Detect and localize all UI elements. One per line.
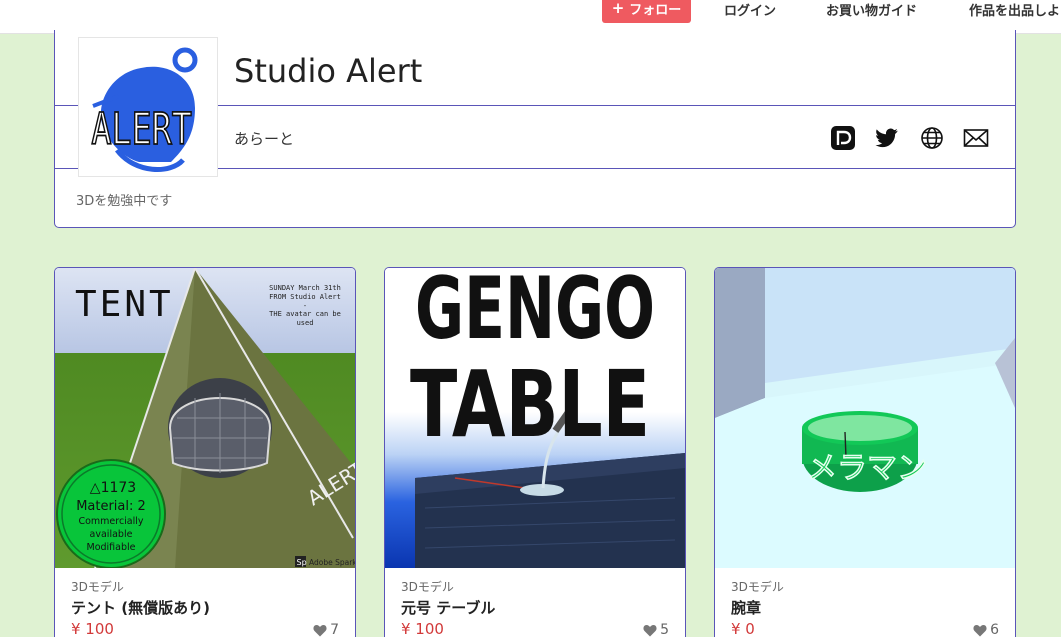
note-line: - [303, 302, 307, 310]
start-selling-link[interactable]: 作品を出品しよ [969, 0, 1060, 19]
product-thumbnail[interactable]: GENGO TABLE [385, 268, 685, 568]
like-number: 5 [660, 622, 669, 637]
like-count[interactable]: 5 [643, 622, 669, 637]
like-count[interactable]: 6 [973, 622, 999, 637]
shopping-guide-link[interactable]: お買い物ガイド [826, 0, 917, 19]
heart-icon [973, 624, 987, 636]
shop-avatar[interactable]: ALERT [78, 37, 218, 177]
like-number: 7 [330, 622, 339, 637]
shop-name: Studio Alert [234, 52, 423, 90]
heart-icon [643, 624, 657, 636]
gengo-line1: GENGO [415, 268, 655, 359]
follow-label: フォロー [629, 3, 682, 18]
watermark-logo: Sp [297, 558, 307, 567]
product-thumbnail[interactable]: TENT SUNDAY March 31th FROM Studio Alert… [55, 268, 355, 568]
note-line: used [297, 319, 314, 327]
product-category: 3Dモデル [401, 580, 454, 594]
badge-line: available [90, 529, 133, 540]
badge-line: Material: 2 [76, 499, 146, 514]
shop-handle: あらーと [234, 130, 295, 148]
twitter-icon[interactable] [874, 125, 900, 151]
badge-line: △1173 [90, 480, 136, 496]
note-line: FROM Studio Alert [269, 293, 341, 301]
pixiv-icon[interactable] [830, 125, 856, 151]
logo-text: ALERT [91, 104, 192, 155]
product-price: ¥ 100 [71, 620, 114, 637]
armband-text: メラマン [807, 451, 927, 486]
follow-button[interactable]: + フォロー [602, 0, 691, 23]
watermark-text: Adobe Spark [309, 558, 355, 567]
globe-icon[interactable] [919, 125, 945, 151]
product-card[interactable]: TENT SUNDAY March 31th FROM Studio Alert… [54, 267, 356, 637]
login-link[interactable]: ログイン [724, 0, 776, 19]
product-card[interactable]: GENGO TABLE 3Dモデル 元号 テーブル ¥ 100 5 [384, 267, 686, 637]
product-thumbnail[interactable]: メラマン [715, 268, 1015, 568]
badge-line: Commercially [78, 516, 143, 527]
product-price: ¥ 100 [401, 620, 444, 637]
alert-bell-logo: ALERT [91, 47, 198, 172]
badge-line: Modifiable [87, 542, 136, 553]
product-title[interactable]: 腕章 [731, 597, 761, 618]
tent-heading: TENT [75, 284, 174, 325]
shop-bio: 3Dを勉強中です [76, 194, 173, 209]
product-category: 3Dモデル [731, 580, 784, 594]
top-nav-bar: + フォロー ログイン お買い物ガイド 作品を出品しよ [0, 0, 1061, 34]
product-title[interactable]: 元号 テーブル [401, 597, 495, 618]
heart-icon [313, 624, 327, 636]
product-price: ¥ 0 [731, 620, 755, 637]
note-line: SUNDAY March 31th [269, 284, 341, 292]
like-count[interactable]: 7 [313, 622, 339, 637]
product-title[interactable]: テント (無償版あり) [71, 597, 210, 618]
like-number: 6 [990, 622, 999, 637]
product-category: 3Dモデル [71, 580, 124, 594]
mail-icon[interactable] [963, 125, 989, 151]
product-card[interactable]: メラマン 3Dモデル 腕章 ¥ 0 6 [714, 267, 1016, 637]
shop-profile: ALERT Studio Alert あらーと 3Dを勉強中です [54, 30, 1016, 228]
gengo-line2: TABLE [410, 351, 650, 458]
plus-icon: + [611, 0, 625, 17]
note-line: THE avatar can be [269, 310, 341, 318]
